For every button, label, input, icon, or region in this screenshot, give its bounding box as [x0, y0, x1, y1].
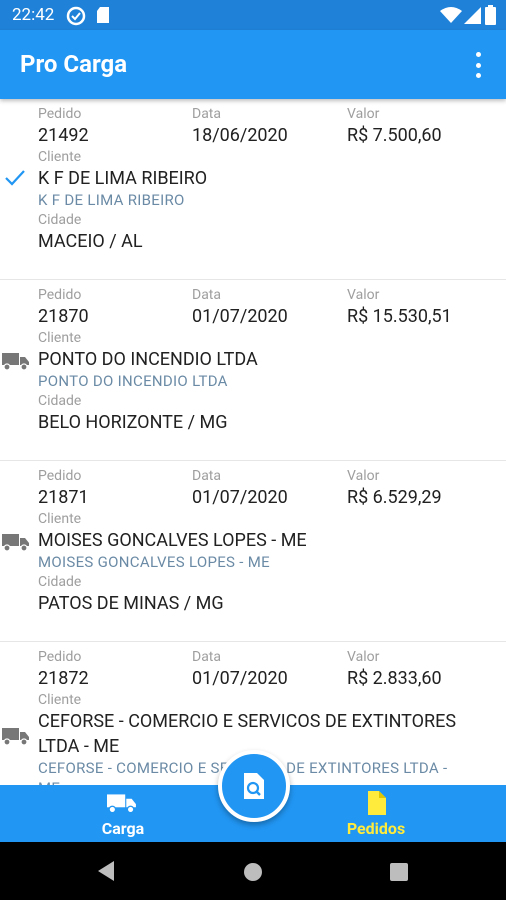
- recents-icon[interactable]: [390, 863, 408, 881]
- order-item[interactable]: Pedido Data Valor 21870 01/07/2020 R$ 15…: [0, 280, 506, 461]
- battery-icon: [485, 5, 496, 25]
- app-title: Pro Carga: [20, 50, 128, 78]
- pedido-label: Pedido: [38, 287, 82, 303]
- valor-value: R$ 2.833,60: [347, 668, 442, 689]
- valor-label: Valor: [347, 468, 380, 484]
- cidade-value: MACEIO / AL: [38, 231, 143, 252]
- truck-icon: [107, 794, 136, 814]
- data-label: Data: [192, 468, 221, 484]
- cliente-sub-value: PONTO DO INCENDIO LTDA: [38, 372, 228, 390]
- wifi-icon: [440, 7, 462, 23]
- cliente-label: Cliente: [38, 149, 82, 165]
- pedido-value: 21871: [38, 487, 89, 508]
- truck-icon: [2, 534, 29, 552]
- data-saver-icon: [66, 6, 86, 26]
- search-document-icon: [244, 773, 264, 799]
- data-value: 01/07/2020: [192, 487, 288, 508]
- pedido-value: 21872: [38, 668, 89, 689]
- truck-icon: [2, 353, 29, 371]
- data-label: Data: [192, 287, 221, 303]
- data-value: 18/06/2020: [192, 125, 288, 146]
- pedido-label: Pedido: [38, 106, 82, 122]
- valor-label: Valor: [347, 287, 380, 303]
- valor-label: Valor: [347, 106, 380, 122]
- status-time: 22:42: [12, 5, 55, 25]
- search-order-button[interactable]: [218, 750, 290, 822]
- document-icon: [368, 791, 386, 815]
- data-label: Data: [192, 649, 221, 665]
- valor-value: R$ 15.530,51: [347, 306, 452, 327]
- sd-card-icon: [97, 7, 109, 23]
- data-value: 01/07/2020: [192, 668, 288, 689]
- cliente-value-line1: CEFORSE - COMERCIO E SERVICOS DE EXTINTO…: [38, 711, 457, 732]
- status-bar: 22:42: [0, 0, 506, 30]
- cidade-label: Cidade: [38, 212, 82, 228]
- pedido-label: Pedido: [38, 468, 82, 484]
- cliente-label: Cliente: [38, 692, 82, 708]
- cliente-value-line2: LTDA - ME: [38, 736, 120, 757]
- valor-label: Valor: [347, 649, 380, 665]
- cliente-label: Cliente: [38, 330, 82, 346]
- tab-pedidos[interactable]: Pedidos: [296, 785, 456, 842]
- cliente-value: K F DE LIMA RIBEIRO: [38, 168, 208, 189]
- valor-value: R$ 6.529,29: [347, 487, 442, 508]
- order-list[interactable]: Pedido Data Valor 21492 18/06/2020 R$ 7.…: [0, 99, 506, 785]
- valor-value: R$ 7.500,60: [347, 125, 442, 146]
- data-value: 01/07/2020: [192, 306, 288, 327]
- order-item[interactable]: Pedido Data Valor 21871 01/07/2020 R$ 6.…: [0, 461, 506, 642]
- pedido-label: Pedido: [38, 649, 82, 665]
- cliente-sub-value: K F DE LIMA RIBEIRO: [38, 191, 185, 209]
- system-navigation-bar: [0, 842, 506, 900]
- cliente-value: PONTO DO INCENDIO LTDA: [38, 349, 258, 370]
- signal-icon: [464, 7, 481, 24]
- pedido-value: 21492: [38, 125, 89, 146]
- cliente-sub-value: MOISES GONCALVES LOPES - ME: [38, 553, 270, 571]
- tab-pedidos-label: Pedidos: [346, 819, 406, 838]
- back-icon[interactable]: [96, 860, 116, 882]
- check-icon: [5, 170, 25, 186]
- cliente-value: MOISES GONCALVES LOPES - ME: [38, 530, 307, 551]
- cidade-label: Cidade: [38, 574, 82, 590]
- order-item[interactable]: Pedido Data Valor 21492 18/06/2020 R$ 7.…: [0, 99, 506, 280]
- cliente-label: Cliente: [38, 511, 82, 527]
- pedido-value: 21870: [38, 306, 89, 327]
- cidade-value: PATOS DE MINAS / MG: [38, 593, 224, 614]
- cidade-value: BELO HORIZONTE / MG: [38, 412, 228, 433]
- overflow-menu-icon[interactable]: [468, 52, 488, 78]
- cidade-label: Cidade: [38, 393, 82, 409]
- home-icon[interactable]: [243, 862, 263, 882]
- truck-icon: [2, 728, 29, 746]
- tab-carga[interactable]: Carga: [43, 785, 203, 842]
- tab-carga-label: Carga: [101, 819, 145, 838]
- app-bar: Pro Carga: [0, 30, 506, 99]
- data-label: Data: [192, 106, 221, 122]
